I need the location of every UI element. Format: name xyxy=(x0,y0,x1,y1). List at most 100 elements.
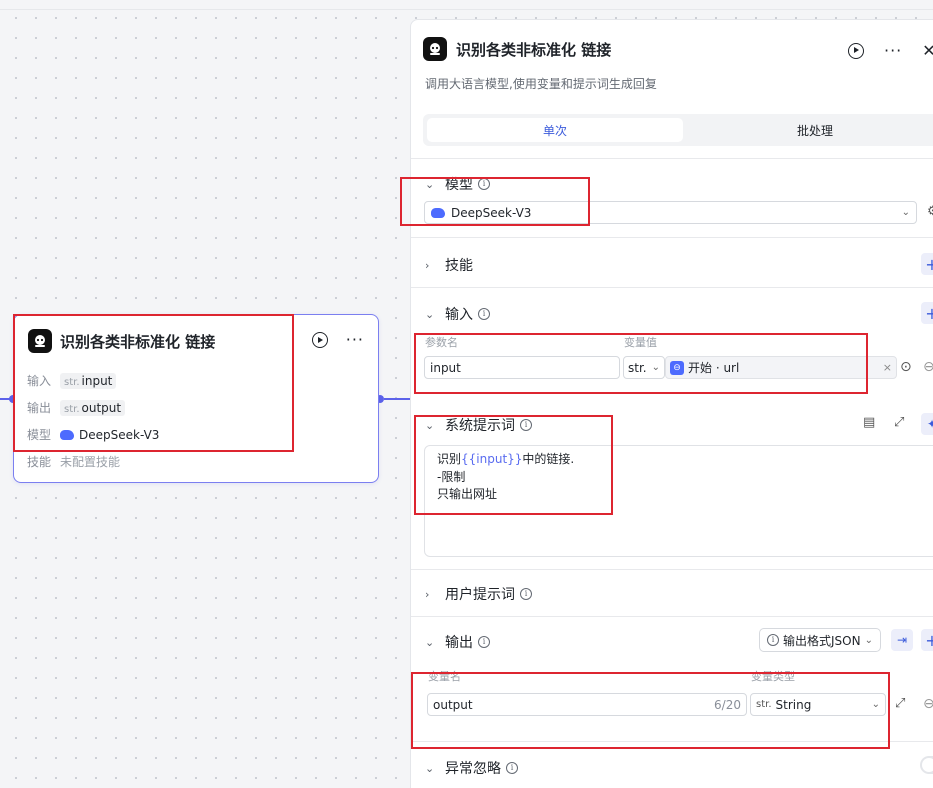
node-model-row: 模型 DeepSeek-V3 xyxy=(27,426,159,443)
clear-icon[interactable]: × xyxy=(883,361,892,374)
add-skill-button[interactable]: + xyxy=(921,253,933,275)
info-icon[interactable]: i xyxy=(478,636,490,648)
param-name-column-label: 参数名 xyxy=(425,336,458,349)
system-prompt-label: 系统提示词 xyxy=(445,418,515,434)
expand-icon[interactable]: ⤢ xyxy=(895,696,905,711)
import-output-button[interactable]: ⇥ xyxy=(891,629,913,651)
skill-row-label: 技能 xyxy=(27,455,52,469)
gear-icon[interactable]: ⚙ xyxy=(927,204,933,219)
type-prefix: str. xyxy=(756,699,772,710)
skill-row-value: 未配置技能 xyxy=(60,455,121,469)
outgoing-edge xyxy=(384,398,410,400)
tab-single[interactable]: 单次 xyxy=(427,118,683,142)
exception-section-label: 异常忽略 xyxy=(445,761,501,777)
model-section-header[interactable]: ⌄ 模型 i xyxy=(425,174,490,194)
variable-picker-icon[interactable]: ⊙ xyxy=(900,359,912,375)
run-node-icon[interactable] xyxy=(311,332,328,348)
skills-section-header[interactable]: › 技能 xyxy=(425,255,473,275)
start-node-icon: ⊖ xyxy=(670,360,684,375)
param-type-value: str. xyxy=(628,360,647,375)
canvas-top-bar xyxy=(0,0,933,10)
more-options-icon[interactable]: ··· xyxy=(884,42,902,58)
prompt-library-icon[interactable]: ▤ xyxy=(863,415,875,430)
variable-reference-field[interactable]: ⊖ 开始 · url × xyxy=(665,356,897,379)
node-header: 识别各类非标准化 链接 xyxy=(28,329,215,353)
chevron-down-icon: ⌄ xyxy=(901,207,910,218)
param-value-column-label: 变量值 xyxy=(624,336,657,349)
deepseek-logo-icon xyxy=(60,429,74,440)
param-name-value: input xyxy=(430,360,461,375)
exception-ignore-toggle[interactable] xyxy=(920,756,933,774)
node-config-panel: 识别各类非标准化 链接 ··· ✕ 调用大语言模型,使用变量和提示词生成回复 单… xyxy=(410,19,933,788)
divider xyxy=(411,158,933,159)
info-icon[interactable]: i xyxy=(520,419,532,431)
output-section-header[interactable]: ⌄ 输出 i xyxy=(425,632,490,652)
model-select[interactable]: DeepSeek-V3 ⌄ xyxy=(424,201,917,224)
panel-description: 调用大语言模型,使用变量和提示词生成回复 xyxy=(425,77,657,91)
param-name-input[interactable]: input xyxy=(424,356,620,379)
info-icon[interactable]: i xyxy=(478,178,490,190)
prompt-text: 只输出网址 xyxy=(437,487,498,501)
info-icon[interactable]: i xyxy=(478,308,490,320)
user-prompt-header[interactable]: › 用户提示词 i xyxy=(425,584,532,604)
input-row-label: 输入 xyxy=(27,374,52,388)
add-output-button[interactable]: + xyxy=(921,629,933,651)
output-type-value: String xyxy=(775,697,812,712)
output-row-label: 输出 xyxy=(27,401,52,415)
info-icon[interactable]: i xyxy=(506,762,518,774)
user-prompt-label: 用户提示词 xyxy=(445,587,515,603)
node-input-row: 输入 str. input xyxy=(27,372,117,389)
info-icon[interactable]: i xyxy=(520,588,532,600)
chevron-down-icon: ⌄ xyxy=(425,307,435,321)
output-name-column-label: 变量名 xyxy=(428,670,461,683)
model-section-label: 模型 xyxy=(445,177,473,193)
close-icon[interactable]: ✕ xyxy=(922,41,933,60)
system-prompt-editor[interactable]: 识别{{input}}中的链接. -限制 只输出网址 xyxy=(424,445,933,557)
remove-row-icon[interactable]: ⊖ xyxy=(923,359,933,375)
model-select-value: DeepSeek-V3 xyxy=(451,205,532,220)
exception-section-header[interactable]: ⌄ 异常忽略 i xyxy=(425,758,518,778)
system-prompt-header[interactable]: ⌄ 系统提示词 i xyxy=(425,415,532,435)
prompt-variable: {{input}} xyxy=(461,452,523,466)
divider xyxy=(411,237,933,238)
chevron-down-icon: ⌄ xyxy=(425,635,435,649)
output-format-json-select[interactable]: i 输出格式JSON ⌄ xyxy=(759,628,881,652)
chevron-down-icon: ⌄ xyxy=(425,418,435,432)
output-type-select[interactable]: str. String ⌄ xyxy=(750,693,886,716)
tab-batch[interactable]: 批处理 xyxy=(687,118,933,142)
output-type-column-label: 变量类型 xyxy=(751,670,795,683)
chevron-down-icon: ⌄ xyxy=(871,699,880,710)
bot-icon xyxy=(423,37,447,61)
variable-reference-value: 开始 · url xyxy=(688,361,740,375)
model-row-value: DeepSeek-V3 xyxy=(79,427,160,442)
input-chip: str. input xyxy=(60,372,117,389)
chevron-right-icon: › xyxy=(425,258,430,272)
prompt-text: 识别 xyxy=(437,452,462,466)
skills-section-label: 技能 xyxy=(445,258,473,274)
remove-row-icon[interactable]: ⊖ xyxy=(923,696,933,712)
output-format-label: 输出格式JSON xyxy=(783,633,861,648)
node-skill-row: 技能 未配置技能 xyxy=(27,453,120,470)
panel-title[interactable]: 识别各类非标准化 链接 xyxy=(456,39,611,60)
more-options-icon[interactable]: ··· xyxy=(346,332,364,348)
output-name-value: output xyxy=(433,697,473,712)
output-chip-value: output xyxy=(81,400,122,415)
type-tag: str. xyxy=(64,403,80,415)
input-section-header[interactable]: ⌄ 输入 i xyxy=(425,304,490,324)
chevron-down-icon: ⌄ xyxy=(425,177,435,191)
deepseek-logo-icon xyxy=(431,207,445,218)
add-input-button[interactable]: + xyxy=(921,302,933,324)
model-row-label: 模型 xyxy=(27,428,52,442)
output-name-input[interactable]: output 6/20 xyxy=(427,693,747,716)
info-icon: i xyxy=(767,634,779,646)
chevron-down-icon: ⌄ xyxy=(864,634,873,646)
expand-icon[interactable]: ⤢ xyxy=(894,415,904,430)
run-node-icon[interactable] xyxy=(848,42,864,59)
ai-optimize-button[interactable]: ✦ xyxy=(921,413,933,435)
llm-node-card[interactable]: 识别各类非标准化 链接 ··· 输入 str. input 输出 str. outp… xyxy=(13,314,379,483)
input-section-label: 输入 xyxy=(445,307,473,323)
divider xyxy=(411,616,933,617)
prompt-text: -限制 xyxy=(437,469,466,484)
param-type-select[interactable]: str. ⌄ xyxy=(623,356,665,379)
divider xyxy=(411,287,933,288)
